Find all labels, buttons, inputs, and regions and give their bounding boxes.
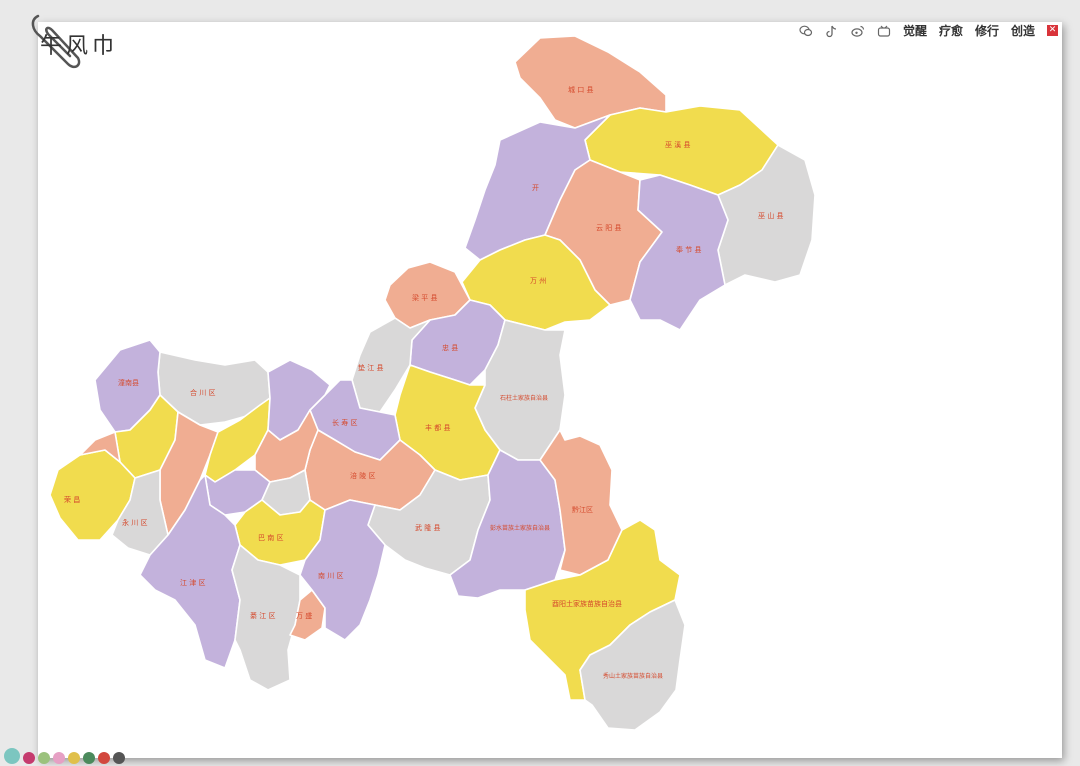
label-pengshui: 彭水苗族土家族自治县 <box>490 524 550 532</box>
label-wuxi: 巫 溪 县 <box>665 140 690 149</box>
chongqing-district-map: 城 口 县 巫 溪 县 开 云 阳 县 奉 节 县 巫 山 县 万 州 梁 平 … <box>49 35 816 731</box>
label-liangping: 梁 平 县 <box>412 293 437 302</box>
label-shizhu: 石柱土家族自治县 <box>500 394 548 402</box>
label-wulong: 武 隆 县 <box>415 523 440 532</box>
label-kaizhou: 开 <box>532 184 539 192</box>
label-dianjiang: 垫 江 县 <box>358 363 383 372</box>
apple-icon <box>98 752 110 764</box>
circle-icon <box>83 752 95 764</box>
label-zhongxian: 忠 县 <box>442 344 458 352</box>
label-banan: 巴 南 区 <box>258 533 283 542</box>
leaf-icon <box>38 752 50 764</box>
label-jiangjin: 江 津 区 <box>180 579 205 587</box>
label-yunyang: 云 阳 县 <box>596 223 621 232</box>
label-fengdu: 丰 都 县 <box>425 423 450 432</box>
label-changshou: 长 寿 区 <box>332 418 357 427</box>
flower-icon <box>53 752 65 764</box>
label-rongchang: 荣 昌 <box>64 495 80 504</box>
label-yongchuan: 永 川 区 <box>122 518 147 527</box>
label-wushan: 巫 山 县 <box>758 211 783 220</box>
label-xiushan: 秀山土家族苗族自治县 <box>603 672 663 680</box>
label-chengkou: 城 口 县 <box>568 86 593 94</box>
bottom-decoration-icons <box>4 748 125 764</box>
label-youyang: 酉阳土家族苗族自治县 <box>552 599 622 608</box>
avatar-icon <box>4 748 20 764</box>
label-tongnan: 潼南县 <box>118 378 139 387</box>
eye-icon <box>113 752 125 764</box>
label-wanzhou: 万 州 <box>530 277 546 285</box>
star-icon <box>68 752 80 764</box>
label-qijiang: 綦 江 区 <box>250 611 275 620</box>
label-hechuan: 合 川 区 <box>190 388 215 397</box>
heart-icon <box>23 752 35 764</box>
label-fuling: 涪 陵 区 <box>350 471 375 480</box>
label-wansheng: 万 盛 <box>296 611 312 620</box>
label-fengjie: 奉 节 县 <box>676 245 701 254</box>
label-qianjiang: 黔江区 <box>572 505 593 514</box>
label-nanchuan: 南 川 区 <box>318 571 343 580</box>
